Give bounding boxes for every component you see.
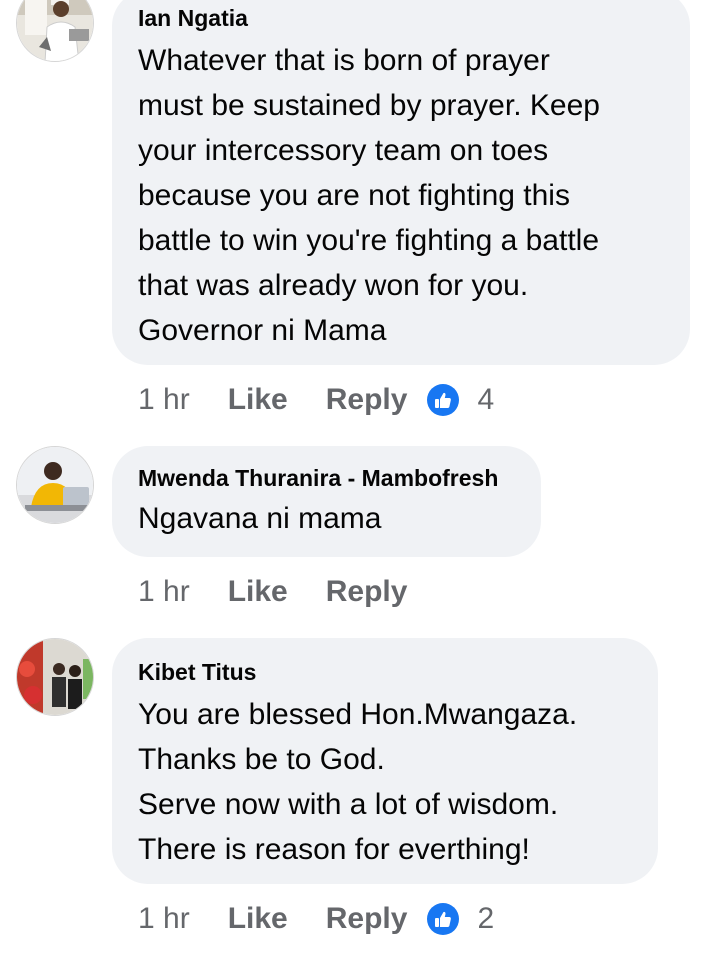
comment-text: You are blessed Hon.Mwangaza. Thanks be … — [138, 692, 632, 872]
reaction-count[interactable]: 4 — [477, 383, 494, 417]
thumbs-up-icon[interactable] — [427, 384, 460, 416]
comment-bubble: Mwenda Thuranira - Mambofresh Ngavana ni… — [112, 446, 541, 557]
reaction-count[interactable]: 2 — [477, 902, 494, 936]
comment-timestamp[interactable]: 1 hr — [138, 902, 190, 936]
comment-text-line: your intercessory team on toes — [138, 134, 549, 167]
comment-actions: 1 hr Like Reply 4 — [138, 380, 494, 420]
comment-text-line: battle to win you're fighting a battle — [138, 224, 600, 257]
comment-text-line: must be sustained by prayer. Keep — [138, 89, 600, 122]
avatar[interactable] — [16, 0, 94, 62]
comment-author[interactable]: Ian Ngatia — [138, 4, 664, 32]
comment-text-line: because you are not fighting this — [138, 179, 570, 212]
reply-button[interactable]: Reply — [326, 575, 408, 609]
like-button[interactable]: Like — [228, 902, 288, 936]
comment-text-line: that was already won for you. — [138, 269, 529, 302]
comment-text-line: Ngavana ni mama — [138, 502, 382, 535]
reply-button[interactable]: Reply — [326, 383, 408, 417]
comment-actions: 1 hr Like Reply 2 — [138, 899, 494, 939]
comment-text-line: Governor ni Mama — [138, 314, 387, 347]
like-button[interactable]: Like — [228, 383, 288, 417]
comment-actions: 1 hr Like Reply — [138, 572, 427, 612]
comment-text-line: You are blessed Hon.Mwangaza. — [138, 698, 578, 731]
comment-text-line: Serve now with a lot of wisdom. — [138, 788, 559, 821]
comment-timestamp[interactable]: 1 hr — [138, 575, 190, 609]
comment-text: Whatever that is born of prayer must be … — [138, 38, 664, 353]
comment-timestamp[interactable]: 1 hr — [138, 383, 190, 417]
like-button[interactable]: Like — [228, 575, 288, 609]
comment-text-line: There is reason for everthing! — [138, 833, 530, 866]
comment-author[interactable]: Kibet Titus — [138, 658, 632, 686]
comment-text-line: Whatever that is born of prayer — [138, 44, 550, 77]
reply-button[interactable]: Reply — [326, 902, 408, 936]
avatar[interactable] — [16, 446, 94, 524]
comment-text-line: Thanks be to God. — [138, 743, 385, 776]
avatar[interactable] — [16, 638, 94, 716]
thumbs-up-icon[interactable] — [427, 903, 460, 935]
comment-bubble: Ian Ngatia Whatever that is born of pray… — [112, 0, 690, 365]
comment-bubble: Kibet Titus You are blessed Hon.Mwangaza… — [112, 638, 658, 884]
comment-author[interactable]: Mwenda Thuranira - Mambofresh — [138, 464, 515, 492]
comment-text: Ngavana ni mama — [138, 496, 515, 541]
